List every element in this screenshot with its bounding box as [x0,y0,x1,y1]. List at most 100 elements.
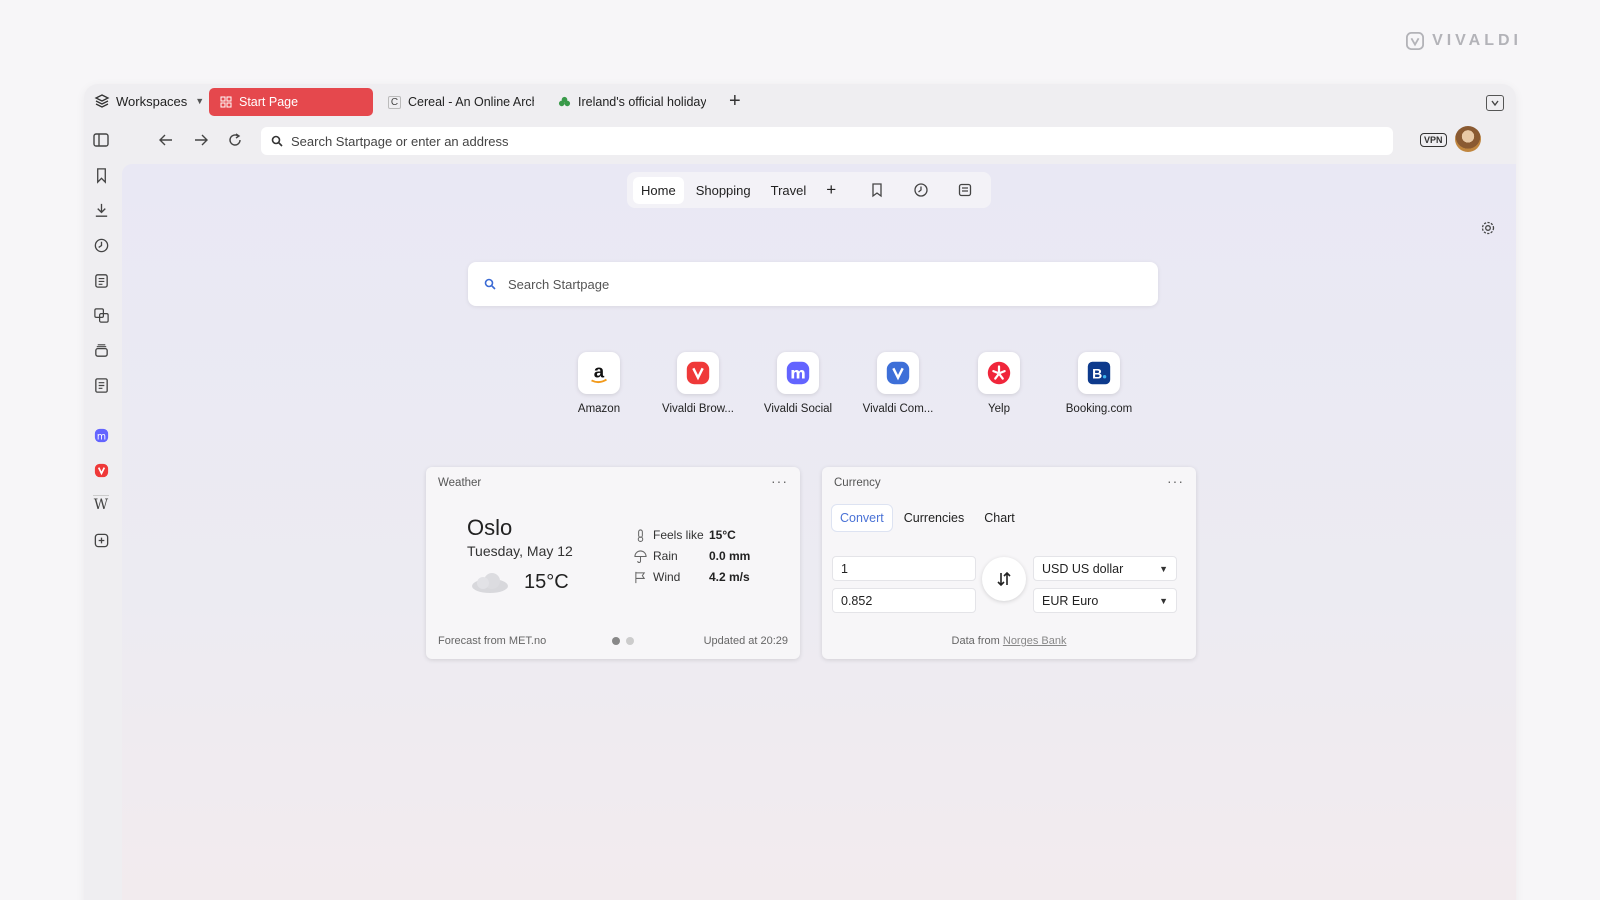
speed-dial-booking[interactable]: B Booking.com [1049,352,1149,415]
history-button[interactable] [910,179,932,201]
tab-label: Start Page [239,95,299,109]
translate-panel-button[interactable] [90,304,112,326]
tab-travel[interactable]: Travel [763,177,815,204]
select-value: USD US dollar [1042,561,1124,576]
widget-title: Currency [834,477,881,489]
address-bar[interactable]: Search Startpage or enter an address [261,127,1393,155]
vpn-button[interactable]: VPN [1420,133,1447,147]
history-panel-button[interactable] [90,234,112,256]
detail-label: Feels like [653,528,704,542]
workspaces-button[interactable]: Workspaces ▼ [94,93,204,109]
chevron-down-icon: ▼ [1159,563,1168,574]
tab-chart[interactable]: Chart [976,505,1023,531]
currency-source: Data from Norges Bank [822,635,1196,647]
swap-currencies-button[interactable] [982,557,1026,601]
tab-shopping[interactable]: Shopping [688,177,759,204]
currency-tabs: Convert Currencies Chart [832,505,1023,531]
speed-dials: a Amazon Vivaldi Brow... m Vivaldi Socia… [122,352,1516,432]
profile-avatar[interactable] [1455,126,1481,152]
notes-button[interactable] [954,179,976,201]
add-panel-button[interactable] [90,529,112,551]
history-icon [94,238,108,252]
notes-panel-button[interactable] [90,269,112,291]
gear-icon [1481,221,1495,235]
vivaldi-panel-button[interactable] [90,459,112,481]
pager-dot[interactable] [626,637,634,645]
tab-start-page[interactable]: Start Page [209,88,373,116]
chevron-down-icon: ▼ [195,96,205,106]
search-placeholder: Search Startpage [508,276,610,292]
back-button[interactable] [154,128,178,152]
bookmarks-panel-button[interactable] [90,164,112,186]
new-tab-button[interactable]: + [729,90,741,113]
weather-pager [612,637,634,645]
arrow-left-icon [159,134,172,146]
chevron-down-icon: ▼ [1159,595,1168,606]
svg-text:m: m [790,365,806,383]
pager-dot[interactable] [612,637,620,645]
vivaldi-logo-icon [1406,32,1425,50]
currency-to-select[interactable]: EUR Euro ▼ [1033,588,1177,613]
weather-updated: Updated at 20:29 [703,635,788,647]
yelp-icon [978,352,1020,394]
select-value: EUR Euro [1042,593,1099,608]
more-options-button[interactable]: ··· [1167,473,1184,489]
wikipedia-panel-button[interactable]: W [90,494,112,516]
svg-text:m: m [96,431,105,442]
calendar-notes-icon [959,183,972,197]
more-options-button[interactable]: ··· [771,473,788,489]
amazon-icon: a [578,352,620,394]
speed-dial-vivaldi-community[interactable]: Vivaldi Com... [848,352,948,415]
shamrock-icon [558,96,571,109]
speed-dial-vivaldi-social[interactable]: m Vivaldi Social [748,352,848,415]
tab-menu-button[interactable] [1486,95,1504,111]
currency-from-select[interactable]: USD US dollar ▼ [1033,556,1177,581]
tab-cereal[interactable]: C Cereal - An Online Archive [378,88,544,116]
downloads-panel-button[interactable] [90,199,112,221]
startpage-search-input[interactable]: Search Startpage [468,262,1158,306]
thermometer-icon [637,528,644,542]
speed-dial-yelp[interactable]: Yelp [949,352,1049,415]
amount-to-input[interactable]: 0.852 [832,588,976,613]
startpage-nav: Home Shopping Travel + [627,172,991,208]
cloud-icon [472,573,508,593]
startpage-settings-button[interactable] [1478,218,1498,238]
search-icon [484,278,496,290]
add-group-button[interactable]: + [818,180,844,200]
forward-button[interactable] [189,128,213,152]
mastodon-panel-button[interactable]: m [90,424,112,446]
norges-bank-link[interactable]: Norges Bank [1003,635,1067,647]
tab-currencies[interactable]: Currencies [896,505,972,531]
stack-icon [94,343,108,357]
bookmarks-button[interactable] [866,179,888,201]
speed-dial-vivaldi-browser[interactable]: Vivaldi Brow... [648,352,748,415]
vivaldi-icon [94,463,108,477]
tab-home[interactable]: Home [633,176,684,204]
add-icon [94,533,108,547]
tab-convert[interactable]: Convert [832,505,892,531]
window-panel-button[interactable] [90,339,112,361]
vivaldi-community-icon [877,352,919,394]
brand-name: VIVALDI [1432,32,1522,49]
grid-icon [219,96,232,109]
reload-icon [229,133,241,146]
address-placeholder: Search Startpage or enter an address [291,133,509,149]
detail-value: 15°C [709,528,736,542]
booking-icon: B [1078,352,1120,394]
weather-source: Forecast from MET.no [438,635,547,647]
reading-list-panel-button[interactable] [90,374,112,396]
tab-ireland[interactable]: Ireland's official holiday an [548,88,716,116]
start-page-content: Home Shopping Travel + Search Startpage [122,164,1516,900]
weather-city: Oslo [467,515,513,540]
umbrella-icon [634,550,647,563]
amount-from-input[interactable]: 1 [832,556,976,581]
tab-bar: Workspaces ▼ Start Page C Cereal - An On… [84,84,1516,122]
mastodon-icon: m [777,352,819,394]
arrow-right-icon [195,134,208,146]
detail-value: 4.2 m/s [709,570,750,584]
widget-title: Weather [438,477,482,489]
speed-dial-amazon[interactable]: a Amazon [549,352,649,415]
reload-button[interactable] [223,128,247,152]
weather-temperature: 15°C [524,571,569,593]
panel-toggle-button[interactable] [89,128,113,152]
